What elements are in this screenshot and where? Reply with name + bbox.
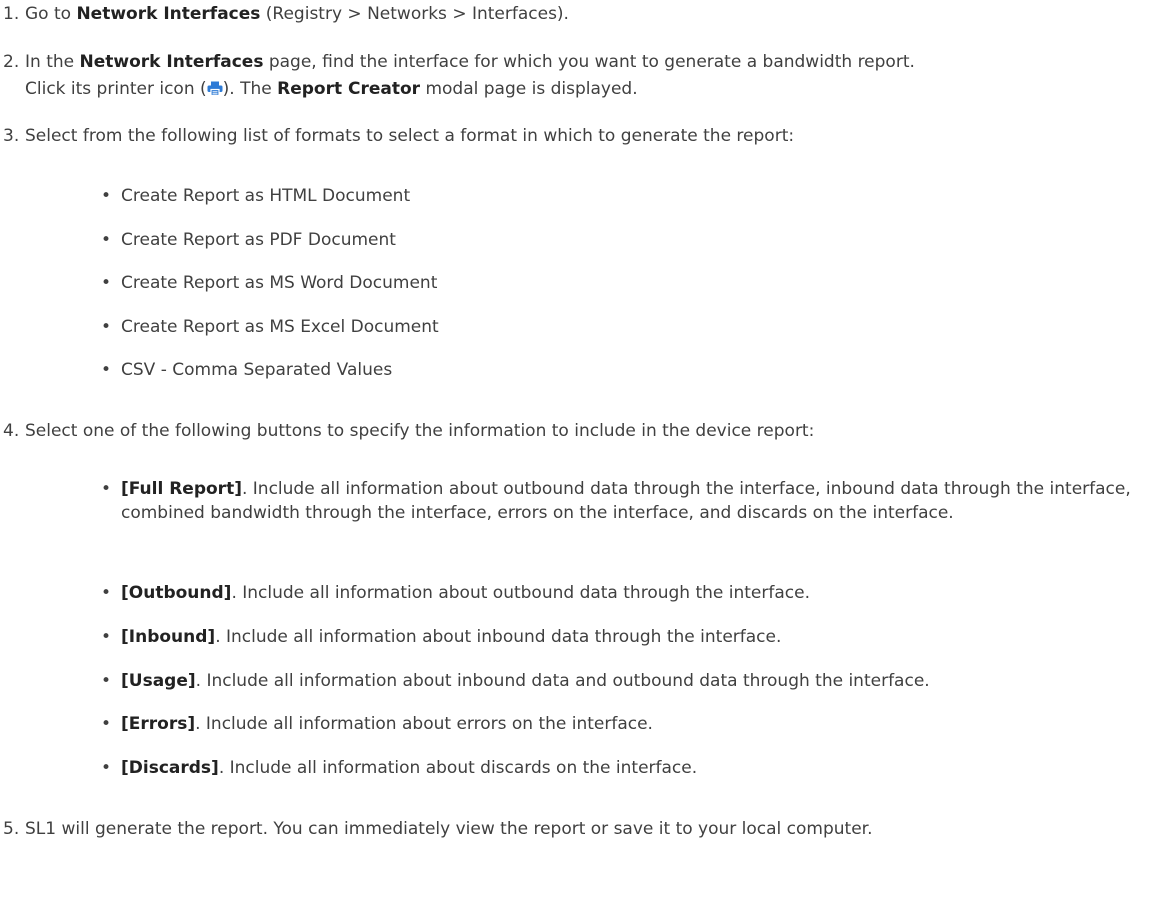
bullet: • [101,230,112,250]
step-number: 4. [3,421,20,441]
step-text-line: Click its printer icon (). The Report Cr… [25,78,638,99]
step-text: In the Network Interfaces page, find the… [25,49,1170,102]
step-number: 3. [3,126,20,146]
ui-reference: Network Interfaces [76,4,261,24]
bullet: • [101,583,112,603]
bullet: • [101,360,112,380]
printer-icon [207,78,223,97]
bullet: • [101,186,112,206]
bullet: • [101,758,112,778]
ui-reference: Report Creator [277,79,421,99]
step-text-line: In the Network Interfaces page, find the… [25,52,915,72]
button-reference: [Inbound] [121,627,216,647]
button-reference: [Discards] [121,758,219,778]
button-reference: [Full Report] [121,479,242,499]
step-number: 2. [3,52,20,72]
step-text: Go to Network Interfaces (Registry > Net… [25,4,569,24]
bullet: • [101,317,112,337]
button-reference: [Errors] [121,714,196,734]
bullet: • [101,273,112,293]
step-text: Select from the following list of format… [25,126,795,146]
button-reference: [Usage] [121,671,196,691]
step-text: Select one of the following buttons to s… [25,421,815,441]
bullet: • [101,671,112,691]
bullet: • [101,479,112,499]
button-reference: [Outbound] [121,583,232,603]
step-number: 5. [3,819,20,839]
step-number: 1. [3,4,20,24]
bullet: • [101,714,112,734]
ui-reference: Network Interfaces [79,52,264,72]
step-text: SL1 will generate the report. You can im… [25,819,873,839]
bullet: • [101,627,112,647]
